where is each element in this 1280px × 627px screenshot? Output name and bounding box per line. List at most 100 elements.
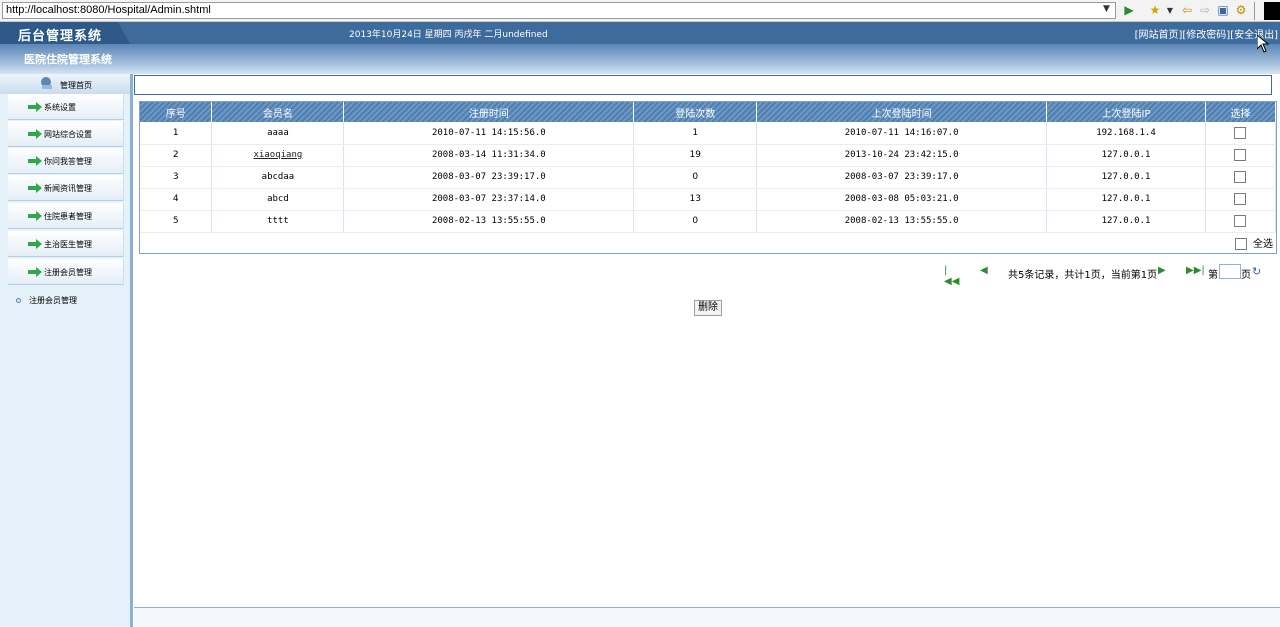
member-link[interactable]: xiaoqiang bbox=[254, 150, 303, 160]
footer bbox=[134, 608, 1280, 627]
page-number-input[interactable] bbox=[1219, 264, 1241, 279]
pagination-info: 共5条记录，共计1页，当前第1页 bbox=[1008, 270, 1158, 281]
back-icon[interactable]: ⇦ bbox=[1180, 3, 1194, 18]
table-row: 2 xiaoqiang 2008-03-14 11:31:34.0 19 201… bbox=[140, 144, 1277, 167]
forward-icon[interactable]: ⇨ bbox=[1198, 3, 1212, 18]
cell-member-name[interactable]: abcdaa bbox=[211, 166, 345, 189]
cell-select bbox=[1205, 144, 1277, 167]
address-bar[interactable]: http://localhost:8080/Hospital/Admin.sht… bbox=[2, 2, 1116, 19]
cell-login-count: 19 bbox=[633, 144, 758, 167]
cell-register-time: 2008-03-07 23:39:17.0 bbox=[343, 166, 635, 189]
cell-register-time: 2008-03-07 23:37:14.0 bbox=[343, 188, 635, 211]
sidebar-item-members[interactable]: 注册会员管理 bbox=[8, 259, 124, 285]
member-table: 序号 会员名 注册时间 登陆次数 上次登陆时间 上次登陆IP 选择 1 aaaa… bbox=[140, 102, 1277, 233]
go-icon[interactable]: ▶ bbox=[1122, 3, 1136, 18]
cell-register-time: 2008-02-13 13:55:55.0 bbox=[343, 210, 635, 233]
row-checkbox[interactable] bbox=[1234, 126, 1247, 139]
sidebar-item-label: 住院患者管理 bbox=[44, 212, 92, 221]
cell-last-login: 2010-07-11 14:16:07.0 bbox=[756, 122, 1048, 145]
subheader-band bbox=[0, 44, 1280, 74]
sidebar: 管理首页 系统设置 网站综合设置 你问我答管理 新闻资讯管理 住院患者管理 主治… bbox=[0, 74, 133, 627]
green-arrow-icon bbox=[28, 102, 42, 112]
select-all[interactable]: 全选 bbox=[1235, 235, 1273, 250]
cell-last-login: 2008-02-13 13:55:55.0 bbox=[756, 210, 1048, 233]
table-row: 3 abcdaa 2008-03-07 23:39:17.0 0 2008-03… bbox=[140, 166, 1277, 189]
cell-select bbox=[1205, 122, 1277, 145]
change-password-link[interactable]: [修改密码] bbox=[1182, 30, 1230, 41]
page-icon[interactable]: ▣ bbox=[1216, 3, 1230, 18]
cell-last-ip: 127.0.0.1 bbox=[1046, 166, 1206, 189]
sidebar-item-label: 主治医生管理 bbox=[44, 240, 92, 249]
cell-member-name[interactable]: abcd bbox=[211, 188, 345, 211]
prev-page-icon[interactable]: ◀ bbox=[980, 265, 988, 276]
sidebar-item-news[interactable]: 新闻资讯管理 bbox=[8, 175, 124, 201]
sidebar-item-label: 网站综合设置 bbox=[44, 130, 92, 139]
sidebar-item-label: 系统设置 bbox=[44, 103, 76, 112]
favorites-icon[interactable]: ★ bbox=[1148, 3, 1162, 18]
cell-last-ip: 127.0.0.1 bbox=[1046, 210, 1206, 233]
sidebar-item-doctors[interactable]: 主治医生管理 bbox=[8, 231, 124, 257]
col-header[interactable]: 注册时间 bbox=[343, 102, 635, 122]
cell-member-name[interactable]: aaaa bbox=[211, 122, 345, 145]
address-dropdown-icon[interactable]: ▼ bbox=[1103, 4, 1110, 14]
cell-id: 1 bbox=[140, 122, 213, 145]
sidebar-item-qa[interactable]: 你问我答管理 bbox=[8, 148, 124, 174]
top-input-bar[interactable] bbox=[134, 75, 1272, 95]
browser-toolbar: http://localhost:8080/Hospital/Admin.sht… bbox=[0, 0, 1280, 22]
col-header[interactable]: 上次登陆IP bbox=[1046, 102, 1206, 122]
tools-icon[interactable]: ⚙ bbox=[1234, 3, 1248, 18]
bullet-icon bbox=[16, 298, 21, 303]
row-checkbox[interactable] bbox=[1234, 149, 1247, 161]
row-checkbox[interactable] bbox=[1234, 171, 1247, 183]
cell-id: 4 bbox=[140, 188, 213, 211]
delete-button[interactable]: 删除 bbox=[694, 300, 722, 316]
select-all-label: 全选 bbox=[1253, 239, 1273, 250]
last-page-icon[interactable]: ▶▶| bbox=[1186, 265, 1205, 276]
row-checkbox[interactable] bbox=[1234, 193, 1247, 205]
page-prefix: 第 bbox=[1208, 270, 1218, 281]
cell-register-time: 2008-03-14 11:31:34.0 bbox=[343, 144, 635, 167]
table-header-row: 序号 会员名 注册时间 登陆次数 上次登陆时间 上次登陆IP 选择 bbox=[140, 102, 1277, 122]
favorites-dropdown-icon[interactable]: ▼ bbox=[1166, 3, 1174, 18]
sidebar-subitem-label: 注册会员管理 bbox=[29, 296, 77, 305]
go-page-icon[interactable]: ↻ bbox=[1252, 265, 1261, 278]
first-page-icon[interactable]: |◀◀ bbox=[944, 265, 959, 287]
sidebar-item-label: 注册会员管理 bbox=[44, 268, 92, 277]
sidebar-home[interactable]: 管理首页 bbox=[0, 74, 130, 94]
col-header[interactable]: 上次登陆时间 bbox=[756, 102, 1048, 122]
cell-select bbox=[1205, 210, 1277, 233]
green-arrow-icon bbox=[28, 211, 42, 221]
home-icon bbox=[41, 77, 52, 89]
col-header[interactable]: 会员名 bbox=[211, 102, 345, 122]
logo-area: 后台管理系统 bbox=[0, 22, 130, 44]
green-arrow-icon bbox=[28, 239, 42, 249]
logout-link[interactable]: [安全退出] bbox=[1230, 30, 1278, 41]
mouse-cursor-icon bbox=[1257, 35, 1269, 53]
green-arrow-icon bbox=[28, 183, 42, 193]
next-page-icon[interactable]: ▶ bbox=[1158, 265, 1166, 276]
logo: 后台管理系统 bbox=[18, 29, 103, 44]
page-suffix: 页 bbox=[1241, 270, 1251, 281]
col-header[interactable]: 登陆次数 bbox=[633, 102, 758, 122]
sidebar-item-label: 新闻资讯管理 bbox=[44, 184, 92, 193]
sidebar-subitem-members[interactable]: 注册会员管理 bbox=[16, 295, 77, 306]
green-arrow-icon bbox=[28, 267, 42, 277]
row-checkbox[interactable] bbox=[1234, 215, 1247, 227]
sidebar-item-patients[interactable]: 住院患者管理 bbox=[8, 203, 124, 229]
table-row: 1 aaaa 2010-07-11 14:15:56.0 1 2010-07-1… bbox=[140, 122, 1277, 145]
top-header bbox=[0, 22, 1280, 44]
sidebar-item-system-settings[interactable]: 系统设置 bbox=[8, 94, 124, 120]
cell-last-login: 2008-03-08 05:03:21.0 bbox=[756, 188, 1048, 211]
select-all-checkbox[interactable] bbox=[1235, 238, 1247, 250]
cell-select bbox=[1205, 166, 1277, 189]
table-row: 4 abcd 2008-03-07 23:37:14.0 13 2008-03-… bbox=[140, 188, 1277, 211]
toolbar-widget[interactable] bbox=[1264, 2, 1280, 20]
cell-last-ip: 127.0.0.1 bbox=[1046, 144, 1206, 167]
cell-member-name[interactable]: xiaoqiang bbox=[211, 144, 345, 167]
site-home-link[interactable]: [网站首页] bbox=[1135, 30, 1183, 41]
col-header[interactable]: 序号 bbox=[140, 102, 213, 122]
sidebar-item-site-settings[interactable]: 网站综合设置 bbox=[8, 121, 124, 147]
cell-member-name[interactable]: tttt bbox=[211, 210, 345, 233]
member-grid: 序号 会员名 注册时间 登陆次数 上次登陆时间 上次登陆IP 选择 1 aaaa… bbox=[139, 101, 1277, 254]
cell-login-count: 0 bbox=[633, 166, 758, 189]
